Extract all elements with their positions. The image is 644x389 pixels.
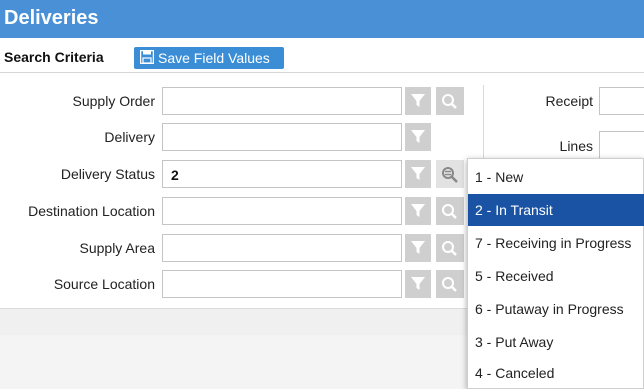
search-icon (442, 277, 457, 292)
destination-location-search-button[interactable] (436, 197, 464, 225)
filter-icon (411, 167, 425, 180)
supply-area-input[interactable] (162, 234, 402, 262)
source-location-filter-button[interactable] (405, 270, 431, 298)
supply-area-label: Supply Area (79, 240, 156, 256)
save-button-label: Save Field Values (158, 50, 270, 66)
status-option-receiving-in-progress[interactable]: 7 - Receiving in Progress (468, 227, 644, 259)
supply-area-filter-button[interactable] (405, 234, 431, 262)
supply-area-search-button[interactable] (436, 234, 464, 262)
delivery-filter-button[interactable] (405, 123, 431, 151)
delivery-input[interactable] (162, 123, 402, 151)
status-option-in-transit[interactable]: 2 - In Transit (468, 194, 644, 226)
filter-icon (411, 277, 425, 290)
save-field-values-button[interactable]: Save Field Values (134, 47, 284, 69)
delivery-status-list-button[interactable] (436, 160, 464, 188)
delivery-status-input[interactable]: 2 (162, 160, 402, 188)
lines-label: Lines (559, 138, 593, 154)
delivery-status-filter-button[interactable] (405, 160, 431, 188)
status-option-new[interactable]: 1 - New (468, 161, 644, 193)
search-list-icon (442, 167, 458, 183)
lines-input[interactable] (599, 131, 644, 159)
source-location-label: Source Location (53, 276, 155, 292)
source-location-input[interactable] (162, 270, 402, 298)
delivery-status-dropdown[interactable]: 1 - New 2 - In Transit 7 - Receiving in … (467, 158, 644, 389)
status-option-put-away[interactable]: 3 - Put Away (468, 326, 644, 358)
search-criteria-label: Search Criteria (4, 49, 104, 65)
receipt-input[interactable] (599, 87, 644, 115)
filter-icon (411, 130, 425, 143)
status-option-putaway-in-progress[interactable]: 6 - Putaway in Progress (468, 293, 644, 325)
status-option-canceled[interactable]: 4 - Canceled (468, 357, 644, 389)
search-icon (442, 204, 457, 219)
page-header: Deliveries (0, 0, 644, 38)
page-title: Deliveries (4, 7, 99, 29)
status-option-received[interactable]: 5 - Received (468, 260, 644, 292)
filter-icon (411, 94, 425, 107)
delivery-status-label: Delivery Status (60, 166, 155, 182)
supply-order-filter-button[interactable] (405, 87, 431, 115)
destination-location-filter-button[interactable] (405, 197, 431, 225)
source-location-search-button[interactable] (436, 270, 464, 298)
delivery-label: Delivery (104, 129, 155, 145)
search-icon (442, 94, 457, 109)
supply-order-label: Supply Order (72, 93, 155, 109)
supply-order-search-button[interactable] (436, 87, 464, 115)
save-icon (140, 50, 154, 64)
destination-location-label: Destination Location (28, 203, 155, 219)
destination-location-input[interactable] (162, 197, 402, 225)
supply-order-input[interactable] (162, 87, 402, 115)
search-criteria-bar: Search Criteria Save Field Values (0, 38, 644, 73)
filter-icon (411, 204, 425, 217)
receipt-label: Receipt (545, 93, 593, 109)
delivery-status-value: 2 (171, 167, 179, 183)
search-icon (442, 241, 457, 256)
filter-icon (411, 241, 425, 254)
